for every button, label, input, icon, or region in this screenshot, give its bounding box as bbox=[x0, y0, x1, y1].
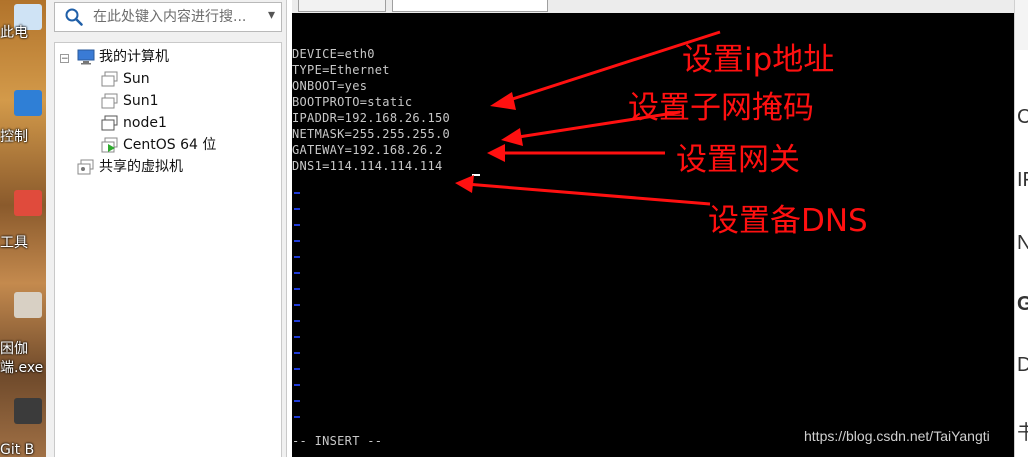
right-panel-char: C bbox=[1017, 106, 1028, 129]
annotation-arrows bbox=[455, 30, 721, 206]
right-panel-char: 书 bbox=[1017, 416, 1028, 445]
watermark: https://blog.csdn.net/TaiYangti bbox=[804, 428, 990, 444]
right-panel-char: IF bbox=[1017, 169, 1028, 191]
arrowhead-icon bbox=[455, 175, 474, 193]
arrowhead-icon bbox=[487, 144, 505, 162]
annotation-set-gateway: 设置网关 bbox=[676, 142, 800, 178]
right-panel-char: G bbox=[1017, 293, 1028, 316]
right-panel-header bbox=[1015, 0, 1028, 50]
arrowhead-icon bbox=[501, 128, 523, 146]
arrowhead-icon bbox=[490, 92, 516, 110]
annotation-set-ip: 设置ip地址 bbox=[682, 42, 835, 78]
right-panel-strip: C IF N G D 书 bbox=[1014, 0, 1028, 457]
annotation-set-dns: 设置备DNS bbox=[708, 203, 868, 239]
arrow-dns bbox=[465, 182, 711, 206]
annotation-set-netmask: 设置子网掩码 bbox=[628, 90, 814, 126]
right-panel-char: D bbox=[1017, 354, 1028, 377]
right-panel-char: N bbox=[1017, 232, 1028, 255]
